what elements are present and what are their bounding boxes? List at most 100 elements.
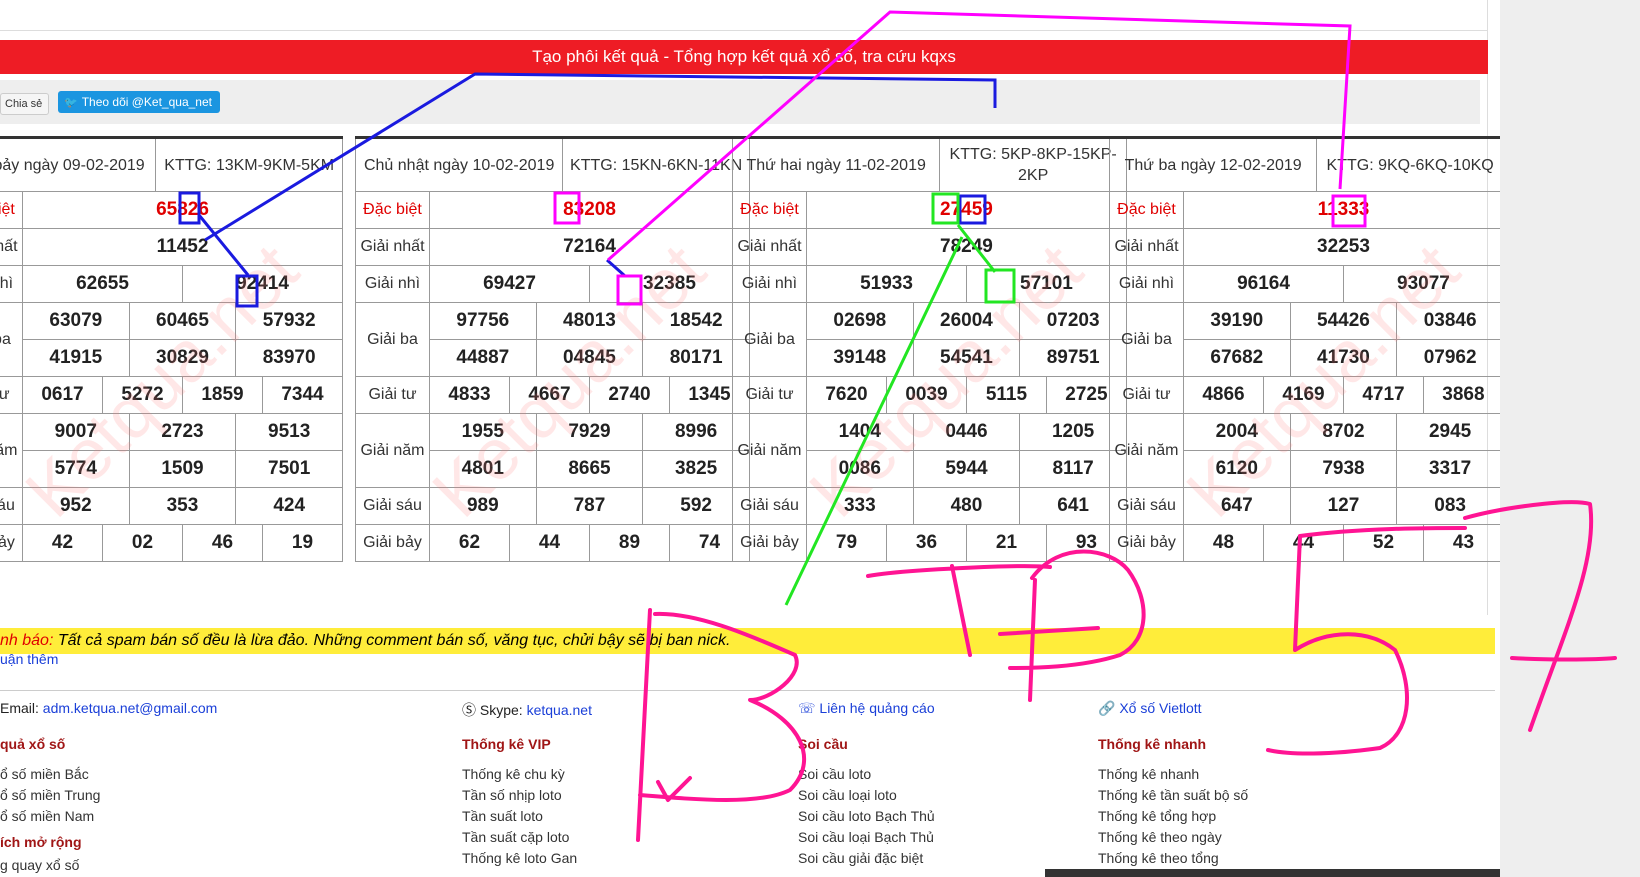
- footer-col2-link[interactable]: Thống kê loto Gan: [462, 850, 577, 866]
- giai-bay-number: 19: [261, 524, 344, 562]
- footer-col3-title: Soi cầu: [798, 736, 848, 752]
- footer-col4-title: Thống kê nhanh: [1098, 736, 1207, 752]
- label-giai-bay-text: Giải bảy: [0, 534, 15, 551]
- label-giai-sau-text: Giải sáu: [0, 497, 15, 514]
- label-giai-ba-text: Giải ba: [0, 330, 11, 348]
- giai-ba-number-text: 54541: [940, 347, 993, 368]
- footer-col2-link[interactable]: Tần số nhịp loto: [462, 787, 562, 803]
- result-table-0: Thứ bảy ngày 09-02-2019 KTTG: 13KM-9KM-5K…: [0, 136, 344, 562]
- label-giai-ba: Giải ba: [355, 302, 430, 377]
- footer-col3-link[interactable]: Soi cầu loại Bạch Thủ: [798, 829, 934, 845]
- label-giai-nhat-text: Giải nhất: [0, 238, 18, 255]
- footer-col4-link[interactable]: Thống kê theo tổng: [1098, 850, 1219, 866]
- footer-col4-link[interactable]: Thống kê theo ngày: [1098, 829, 1222, 845]
- footer-col1-title: quả xổ số: [0, 736, 66, 752]
- ads-link[interactable]: Liên hệ quảng cáo: [819, 700, 934, 716]
- giai-nam-number-text: 4801: [461, 458, 504, 479]
- giai-tu-number: 1859: [182, 376, 263, 414]
- discuss-more-link[interactable]: uận thêm: [0, 651, 58, 667]
- dac-biet-number-text: 83208: [563, 199, 616, 220]
- follow-label: Theo dõi @Ket_qua_net: [81, 95, 212, 109]
- giai-ba-number: 02698: [806, 302, 914, 340]
- giai-tu-number-text: 1859: [201, 384, 244, 405]
- giai-nhi-number-text: 57101: [1020, 273, 1073, 294]
- footer-col3-link[interactable]: Soi cầu loto: [798, 766, 871, 782]
- skype-label: Skype:: [479, 702, 523, 718]
- label-dac-biet-text: Đặc biệt: [740, 201, 799, 218]
- giai-ba-number: 30829: [128, 339, 237, 377]
- email-link[interactable]: adm.ketqua.net@gmail.com: [43, 700, 218, 716]
- giai-nam-number-text: 0446: [945, 421, 988, 442]
- giai-sau-number: 787: [535, 487, 644, 525]
- label-giai-ba-text: Giải ba: [1121, 330, 1172, 348]
- footer-col1-link[interactable]: ổ số miền Trung: [0, 787, 100, 803]
- label-giai-sau-text: Giải sáu: [1117, 497, 1176, 514]
- giai-tu-number: 5115: [965, 376, 1047, 414]
- giai-nam-number-text: 5944: [945, 458, 988, 479]
- giai-nhi-number-text: 69427: [483, 273, 536, 294]
- dac-biet-number: 83208: [429, 191, 750, 229]
- skype-icon: Ⓢ: [462, 702, 476, 718]
- giai-ba-number: 54426: [1289, 302, 1398, 340]
- giai-ba-number-text: 30829: [156, 347, 209, 368]
- footer-col3-link[interactable]: Soi cầu loto Bạch Thủ: [798, 808, 935, 824]
- warning-bar: nh báo: Tất cả spam bán số đều là lừa đả…: [0, 628, 1495, 654]
- twitter-follow-button[interactable]: 🐦 Theo dõi @Ket_qua_net: [58, 91, 220, 113]
- giai-ba-number-text: 63079: [49, 310, 103, 331]
- footer-col2-link[interactable]: Tần suất cặp loto: [462, 829, 569, 845]
- skype-link[interactable]: ketqua.net: [527, 702, 592, 718]
- giai-ba-number-text: 57932: [262, 310, 316, 331]
- giai-tu-number: 0039: [885, 376, 967, 414]
- skype-contact: Ⓢ Skype: ketqua.net: [462, 700, 592, 720]
- giai-nam-number: 5774: [22, 450, 130, 488]
- giai-tu-number: 7344: [261, 376, 344, 414]
- email-label: Email:: [0, 700, 39, 716]
- footer-col1-link2[interactable]: g quay xổ số: [0, 857, 79, 873]
- footer-col4-link[interactable]: Thống kê tần suất bộ số: [1098, 787, 1248, 803]
- table-date-text: Chủ nhật ngày 10-02-2019: [363, 156, 555, 174]
- giai-ba-number-text: 41915: [49, 347, 103, 368]
- label-giai-nhi-text: Giải nhì: [0, 275, 14, 292]
- giai-tu-number: 4833: [429, 376, 510, 414]
- giai-sau-number: 333: [806, 487, 914, 525]
- giai-nhi-number: 69427: [429, 265, 590, 303]
- footer-col1-link[interactable]: ổ số miền Bắc: [0, 766, 89, 782]
- table-kttg: KTTG: 9KQ-6KQ-10KQ: [1316, 137, 1504, 192]
- giai-nam-number-text: 3825: [674, 458, 718, 479]
- giai-tu-number-text: 4717: [1362, 384, 1405, 405]
- footer-col3-link[interactable]: Soi cầu loại loto: [798, 787, 897, 803]
- giai-sau-number-text: 424: [273, 495, 306, 516]
- giai-nam-number-text: 1205: [1051, 421, 1095, 442]
- giai-nhi-number-text: 96164: [1237, 273, 1290, 294]
- share-button[interactable]: Chia sẻ: [0, 93, 50, 115]
- label-giai-sau: Giải sáu: [732, 487, 807, 525]
- footer-divider: [0, 690, 1495, 691]
- footer-col1-link[interactable]: ổ số miền Nam: [0, 808, 94, 824]
- footer-col4-link[interactable]: Thống kê nhanh: [1098, 766, 1199, 782]
- label-giai-ba-text: Giải ba: [744, 330, 795, 348]
- page-title-bar: Tạo phôi kết quả - Tổng hợp kết quả xổ s…: [0, 40, 1488, 74]
- label-giai-nhi: Giải nhì: [1109, 265, 1184, 303]
- footer-col3-link[interactable]: Soi cầu giải đặc biệt: [798, 850, 923, 866]
- label-giai-ba-text: Giải ba: [367, 330, 418, 348]
- giai-bay-number-text: 48: [1212, 532, 1235, 553]
- giai-tu-number-text: 0039: [905, 384, 948, 405]
- vietlott-link[interactable]: Xổ số Vietlott: [1119, 700, 1201, 716]
- giai-nam-number-text: 8117: [1052, 458, 1094, 479]
- giai-bay-number: 48: [1183, 524, 1264, 562]
- label-giai-nam-text: Giải năm: [0, 441, 18, 459]
- giai-bay-number: 43: [1422, 524, 1504, 562]
- label-giai-nhat: Giải nhất: [0, 228, 23, 266]
- giai-sau-number-text: 952: [59, 495, 92, 516]
- footer-col2-link[interactable]: Thống kê chu kỳ: [462, 766, 565, 782]
- label-giai-nhi: Giải nhì: [732, 265, 807, 303]
- footer-col2-link[interactable]: Tần suất loto: [462, 808, 543, 824]
- giai-tu-number: 4717: [1342, 376, 1424, 414]
- giai-nhat-number: 11452: [21, 228, 344, 266]
- dac-biet-number-text: 11333: [1317, 199, 1370, 220]
- giai-ba-number-text: 54426: [1317, 310, 1370, 331]
- giai-nam-number-text: 2004: [1215, 421, 1258, 442]
- dac-biet-number-text: 27459: [940, 199, 993, 220]
- giai-ba-number: 44887: [429, 339, 537, 377]
- footer-col4-link[interactable]: Thống kê tổng hợp: [1098, 808, 1216, 824]
